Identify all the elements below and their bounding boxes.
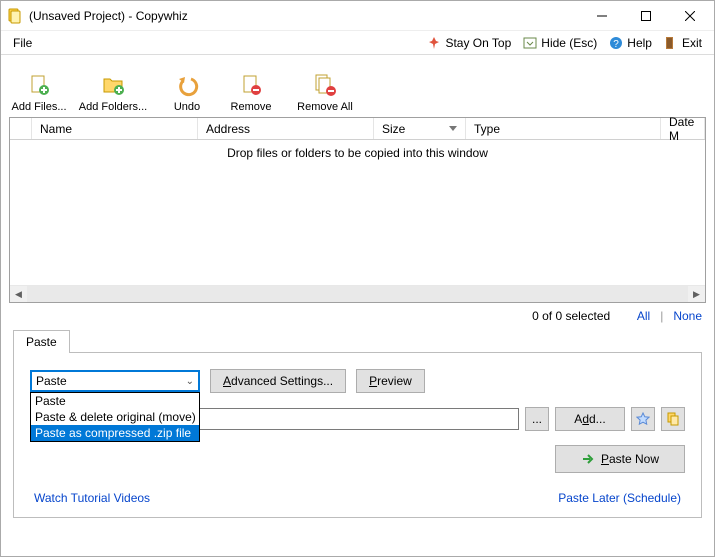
- column-date[interactable]: Date M: [661, 118, 705, 139]
- select-none-link[interactable]: None: [673, 309, 702, 323]
- toolbar: Add Files... Add Folders... Undo Remove …: [1, 55, 714, 117]
- window-title: (Unsaved Project) - Copywhiz: [29, 9, 580, 23]
- hide-button[interactable]: Hide (Esc): [517, 34, 603, 52]
- paste-tabs: Paste Paste ⌄ Paste Paste & delete origi…: [1, 329, 714, 518]
- remove-button[interactable]: Remove: [221, 63, 281, 113]
- undo-button[interactable]: Undo: [157, 63, 217, 113]
- minimize-button[interactable]: [580, 2, 624, 30]
- column-size-label: Size: [382, 122, 405, 136]
- sort-descending-icon: [449, 126, 457, 131]
- schedule-link[interactable]: Paste Later (Schedule): [558, 491, 681, 505]
- svg-text:?: ?: [614, 39, 620, 50]
- paste-now-button[interactable]: Paste Now: [555, 445, 685, 473]
- help-icon: ?: [609, 36, 623, 50]
- add-destination-button[interactable]: Add...: [555, 407, 625, 431]
- add-folders-icon: [101, 73, 125, 97]
- remove-all-button[interactable]: Remove All: [285, 63, 365, 113]
- favorite-button[interactable]: [631, 407, 655, 431]
- separator: |: [660, 309, 663, 323]
- undo-label: Undo: [174, 101, 200, 113]
- add-folders-label: Add Folders...: [79, 101, 147, 113]
- title-bar: (Unsaved Project) - Copywhiz: [1, 1, 714, 31]
- copy-icon: [666, 412, 680, 426]
- remove-icon: [239, 73, 263, 97]
- advanced-label: dvanced Settings...: [231, 374, 333, 388]
- menu-bar: File Stay On Top Hide (Esc) ? Help Exit: [1, 31, 714, 55]
- paste-option-2[interactable]: Paste as compressed .zip file: [31, 425, 199, 441]
- scroll-left-icon[interactable]: ◀: [10, 286, 27, 302]
- add-files-button[interactable]: Add Files...: [9, 63, 69, 113]
- maximize-button[interactable]: [624, 2, 668, 30]
- copy-path-button[interactable]: [661, 407, 685, 431]
- paste-option-0[interactable]: Paste: [31, 393, 199, 409]
- scroll-right-icon[interactable]: ▶: [688, 286, 705, 302]
- paste-now-label: aste Now: [609, 452, 659, 466]
- paste-mode-value: Paste: [36, 374, 67, 388]
- select-all-link[interactable]: All: [637, 309, 650, 323]
- hide-icon: [523, 36, 537, 50]
- remove-all-icon: [313, 73, 337, 97]
- browse-button[interactable]: ...: [525, 407, 549, 431]
- drop-hint-text: Drop files or folders to be copied into …: [227, 146, 488, 160]
- tutorial-link[interactable]: Watch Tutorial Videos: [34, 491, 150, 505]
- column-type[interactable]: Type: [466, 118, 661, 139]
- paste-option-1[interactable]: Paste & delete original (move): [31, 409, 199, 425]
- file-list: Name Address Size Type Date M Drop files…: [9, 117, 706, 303]
- advanced-settings-button[interactable]: Advanced Settings...: [210, 369, 346, 393]
- drop-area[interactable]: Drop files or folders to be copied into …: [10, 140, 705, 285]
- row-header-gutter: [10, 118, 32, 139]
- column-size[interactable]: Size: [374, 118, 466, 139]
- undo-icon: [175, 73, 199, 97]
- selected-count: 0 of 0 selected: [532, 309, 610, 323]
- exit-icon: [664, 36, 678, 50]
- close-button[interactable]: [668, 2, 712, 30]
- column-headers: Name Address Size Type Date M: [10, 118, 705, 140]
- column-name[interactable]: Name: [32, 118, 198, 139]
- add-files-label: Add Files...: [11, 101, 66, 113]
- star-icon: [636, 412, 650, 426]
- chevron-down-icon: ⌄: [186, 376, 194, 387]
- help-button[interactable]: ? Help: [603, 34, 658, 52]
- horizontal-scrollbar[interactable]: ◀ ▶: [10, 285, 705, 302]
- add-files-icon: [27, 73, 51, 97]
- help-label: Help: [627, 36, 652, 50]
- selection-status-row: 0 of 0 selected All | None: [1, 303, 714, 329]
- exit-button[interactable]: Exit: [658, 34, 708, 52]
- paste-arrow-icon: [581, 452, 595, 466]
- paste-mode-combo[interactable]: Paste ⌄: [30, 370, 200, 392]
- stay-on-top-button[interactable]: Stay On Top: [421, 34, 517, 52]
- stay-on-top-label: Stay On Top: [445, 36, 511, 50]
- paste-mode-dropdown: Paste Paste & delete original (move) Pas…: [30, 392, 200, 442]
- paste-panel: Paste ⌄ Paste Paste & delete original (m…: [13, 352, 702, 518]
- scroll-track[interactable]: [27, 286, 688, 302]
- app-icon: [7, 8, 23, 24]
- pin-icon: [427, 36, 441, 50]
- remove-all-label: Remove All: [297, 101, 353, 113]
- preview-button[interactable]: Preview: [356, 369, 425, 393]
- exit-label: Exit: [682, 36, 702, 50]
- file-menu[interactable]: File: [7, 34, 38, 52]
- column-address[interactable]: Address: [198, 118, 374, 139]
- preview-label: review: [377, 374, 412, 388]
- hide-label: Hide (Esc): [541, 36, 597, 50]
- remove-label: Remove: [231, 101, 272, 113]
- add-folders-button[interactable]: Add Folders...: [73, 63, 153, 113]
- tab-paste[interactable]: Paste: [13, 330, 70, 353]
